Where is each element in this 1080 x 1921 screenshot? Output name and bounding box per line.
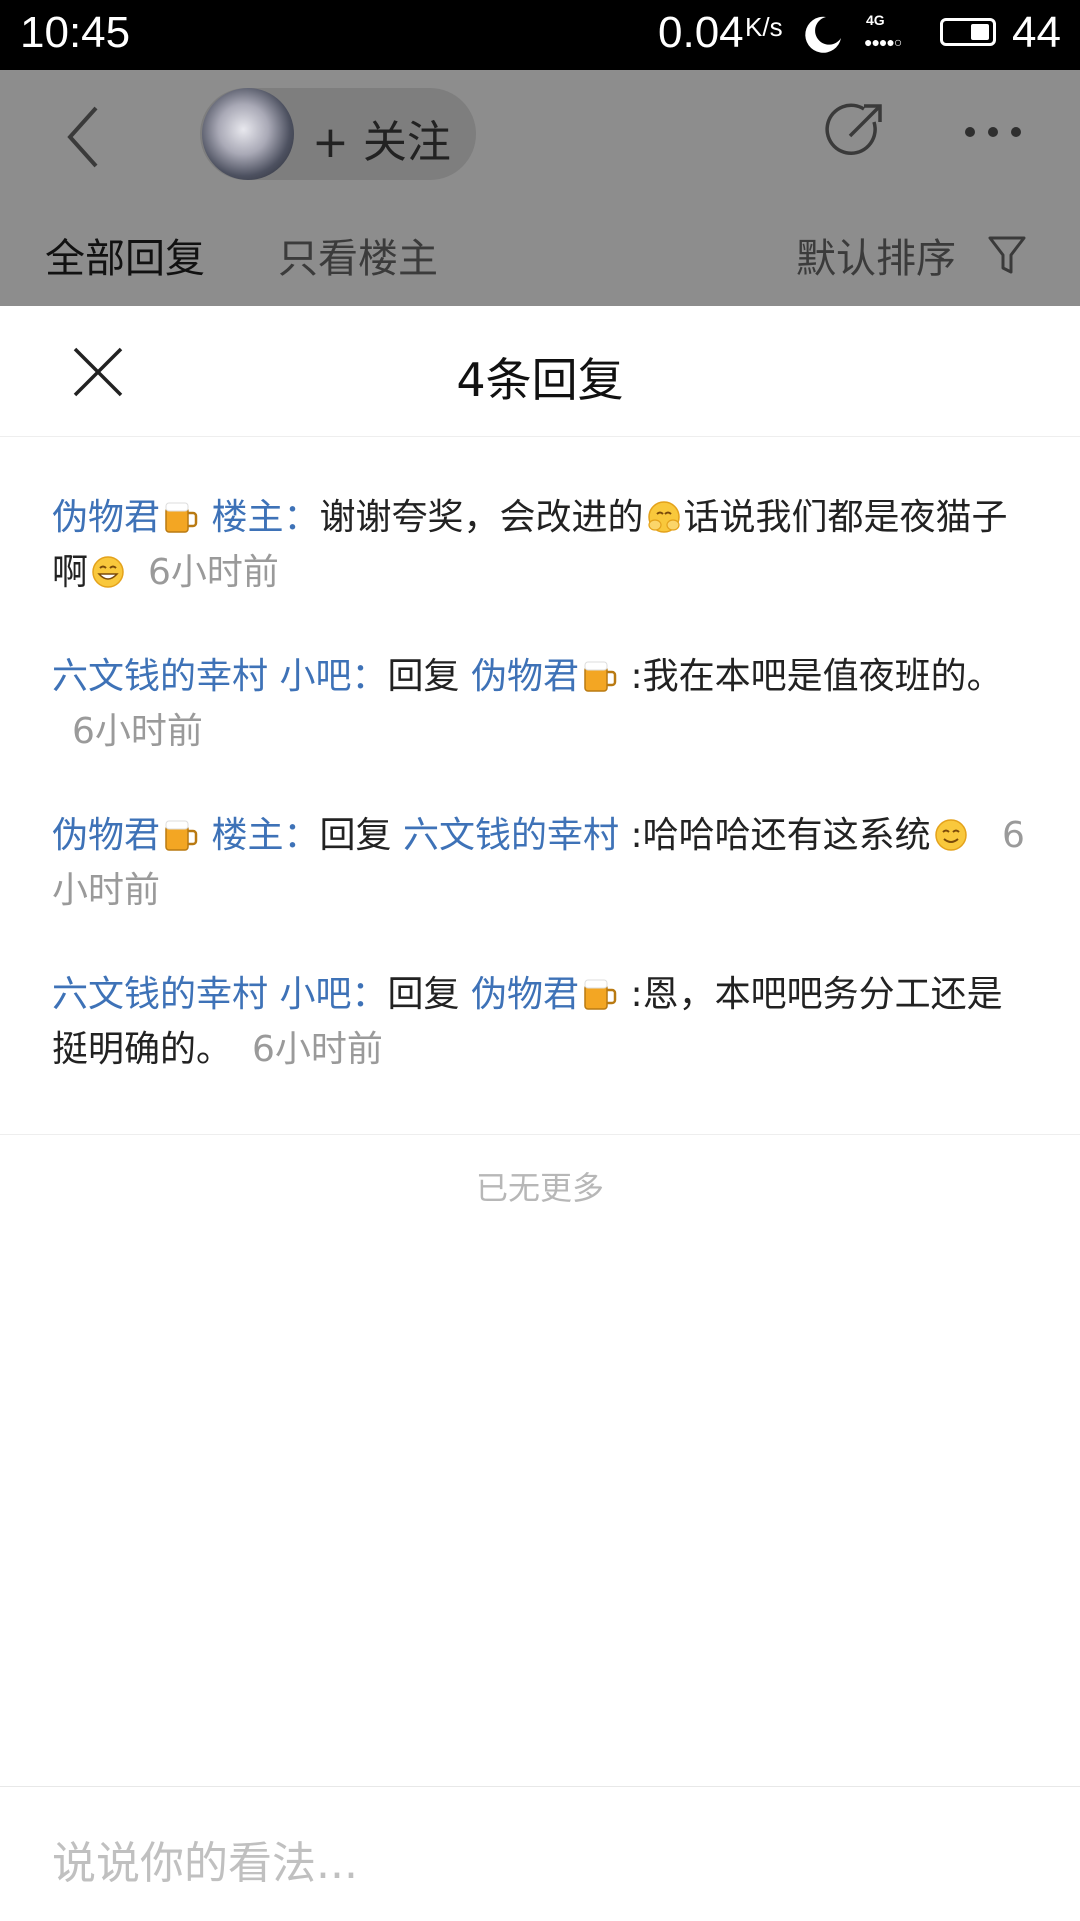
reply-role-badge: 楼主 [211, 497, 284, 538]
reply-separator: ： [351, 656, 388, 697]
moon-icon [805, 16, 841, 53]
reply-prefix: 回复 [319, 815, 392, 856]
comment-input[interactable]: 说说你的看法... [52, 1827, 358, 1891]
reply-separator: ： [283, 497, 320, 538]
network-speed: 0.04 [658, 8, 744, 57]
more-options-icon[interactable] [962, 124, 1024, 140]
signal-dots: ●●●●○ [864, 34, 902, 50]
reply-timestamp: 6小时前 [252, 1029, 383, 1070]
reply-timestamp: 6小时前 [72, 711, 203, 752]
blushing-hands-emoji-icon [647, 501, 680, 533]
filter-icon[interactable] [986, 232, 1028, 276]
reply-username[interactable]: 六文钱的幸村 [52, 974, 268, 1015]
list-item[interactable]: 伪物君 楼主：回复 六文钱的幸村 :哈哈哈还有这系统 6小时前 [52, 808, 1038, 918]
reply-prefix: 回复 [387, 656, 460, 697]
reply-role-badge: 小吧 [279, 656, 352, 697]
comment-input-bar[interactable]: 说说你的看法... [0, 1786, 1080, 1921]
battery-icon [940, 18, 996, 46]
thread-header: + 关注 全部回复 只看楼主 默认排序 [0, 70, 1080, 306]
reply-separator: ： [283, 815, 320, 856]
replies-sheet-header: 4条回复 [0, 306, 1080, 437]
follow-label: + 关注 [312, 117, 451, 168]
reply-role-badge: 小吧 [279, 974, 352, 1015]
list-item[interactable]: 六文钱的幸村 小吧：回复 伪物君 :我在本吧是值夜班的。 6小时前 [52, 649, 1038, 759]
reply-text: :哈哈哈还有这系统 [630, 815, 931, 856]
reply-role-badge: 楼主 [211, 815, 284, 856]
reply-prefix: 回复 [387, 974, 460, 1015]
signal-icon: 4G ●●●●○ [862, 12, 918, 52]
share-icon[interactable] [824, 100, 886, 162]
avatar[interactable] [202, 88, 294, 180]
list-item[interactable]: 伪物君 楼主：谢谢夸奖，会改进的 话说我们都是夜猫子啊 6小时前 [52, 490, 1038, 600]
reply-timestamp: 6小时前 [148, 552, 279, 593]
sheet-title: 4条回复 [456, 353, 624, 407]
sort-dropdown[interactable]: 默认排序 [796, 226, 956, 284]
list-item[interactable]: 六文钱的幸村 小吧：回复 伪物君 :恩，本吧吧务分工还是挺明确的。 6小时前 [52, 967, 1038, 1077]
beer-mug-icon [584, 661, 617, 692]
reply-list: 伪物君 楼主：谢谢夸奖，会改进的 话说我们都是夜猫子啊 6小时前 六文钱的幸村 小吧… [52, 490, 1038, 1126]
smiling-emoji-icon [934, 819, 967, 851]
grinning-emoji-icon [92, 556, 124, 588]
status-bar: 10:45 0.04 K/s 4G ●●●●○ 44 [0, 0, 1080, 70]
reply-username[interactable]: 伪物君 [52, 497, 160, 538]
reply-to-username[interactable]: 伪物君 [471, 656, 579, 697]
reply-text: 谢谢夸奖，会改进的 [319, 497, 644, 538]
beer-mug-icon [165, 820, 198, 851]
network-speed-unit: K/s [745, 12, 783, 42]
tab-all-replies[interactable]: 全部回复 [45, 226, 205, 284]
reply-separator: ： [351, 974, 388, 1015]
divider [0, 1134, 1080, 1135]
follow-button[interactable]: + 关注 [200, 88, 476, 180]
reply-text: :我在本吧是值夜班的。 [630, 656, 1003, 697]
reply-to-username[interactable]: 伪物君 [471, 974, 579, 1015]
no-more-label: 已无更多 [475, 1169, 604, 1207]
network-type: 4G [866, 12, 885, 28]
reply-username[interactable]: 六文钱的幸村 [52, 656, 268, 697]
beer-mug-icon [165, 502, 198, 533]
battery-level: 44 [1012, 8, 1061, 57]
tab-owner-only[interactable]: 只看楼主 [278, 226, 438, 284]
reply-username[interactable]: 伪物君 [52, 815, 160, 856]
status-time: 10:45 [20, 8, 131, 57]
back-arrow-icon[interactable] [60, 102, 110, 172]
beer-mug-icon [584, 979, 617, 1010]
reply-to-username[interactable]: 六文钱的幸村 [403, 815, 619, 856]
